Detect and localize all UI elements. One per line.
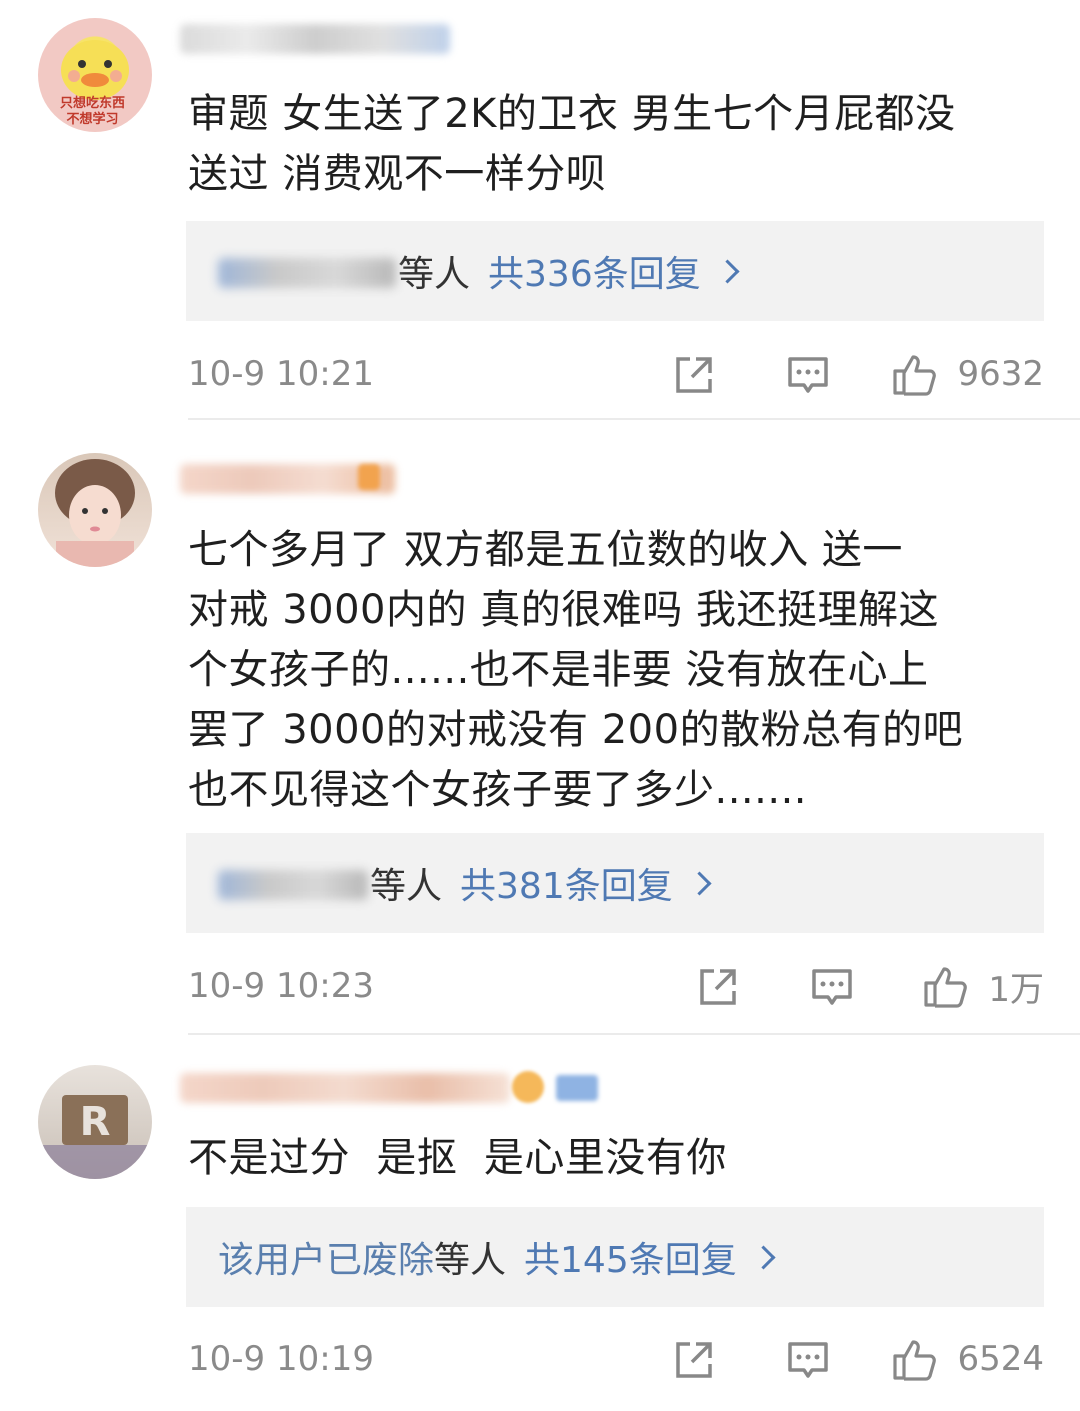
- like-count: 9632: [957, 354, 1044, 394]
- reply-users[interactable]: [218, 251, 398, 292]
- thumbs-up-icon: [893, 1340, 937, 1381]
- avatar[interactable]: R: [38, 1065, 152, 1179]
- vip-badge-icon: [556, 1075, 598, 1101]
- comment-text: 不是过分 是抠 是心里没有你: [188, 1135, 727, 1181]
- avatar[interactable]: [38, 453, 152, 567]
- reply-count-link[interactable]: 共336条回复: [488, 245, 701, 297]
- svg-text:R: R: [80, 1099, 111, 1145]
- reply-count-link[interactable]: 共381条回复: [460, 857, 673, 909]
- comment-item: R 不是过分 是抠 是心里没有你 该用户已废除 等人 共145条回复 10-9 …: [0, 1035, 1080, 1411]
- avatar[interactable]: 只想吃东西 不想学习: [38, 18, 152, 132]
- reply-username-blurred: [218, 869, 368, 900]
- timestamp: 10-9 10:19: [188, 1339, 374, 1379]
- thumbs-up-icon: [893, 355, 937, 396]
- reply-summary[interactable]: 该用户已废除 等人 共145条回复: [186, 1207, 1044, 1307]
- reply-users[interactable]: [218, 863, 370, 904]
- comment-meta: 10-9 10:21 9632: [188, 349, 1044, 399]
- comment-item: 只想吃东西 不想学习 审题 女生送了2K的卫衣 男生七个月屁都没 送过 消费观不…: [0, 0, 1080, 420]
- timestamp: 10-9 10:21: [188, 354, 374, 394]
- reply-username-blurred: [218, 257, 396, 288]
- like-button[interactable]: 6524: [891, 1334, 1044, 1384]
- like-count: 6524: [957, 1339, 1044, 1379]
- chevron-right-icon: [715, 258, 740, 284]
- username-blurred[interactable]: [180, 24, 450, 54]
- reply-users[interactable]: 该用户已废除: [218, 1231, 434, 1283]
- reply-summary[interactable]: 等人 共381条回复: [186, 833, 1044, 933]
- username-blurred[interactable]: [180, 1073, 510, 1103]
- share-icon[interactable]: [672, 353, 716, 397]
- team-logo-avatar-icon: R: [38, 1095, 152, 1179]
- crown-badge-icon: [512, 1071, 544, 1103]
- avatar-badge-text: 只想吃东西: [60, 96, 126, 111]
- comment-text: 七个多月了 双方都是五位数的收入 送一 对戒 3000内的 真的很难吗 我还挺理…: [188, 527, 964, 813]
- comment-text: 审题 女生送了2K的卫衣 男生七个月屁都没 送过 消费观不一样分呗: [188, 91, 956, 197]
- share-icon[interactable]: [672, 1338, 716, 1382]
- comment-meta: 10-9 10:23 1万: [188, 961, 1044, 1011]
- user-badge-icon: [358, 464, 380, 490]
- comment-icon[interactable]: [786, 353, 830, 397]
- comment-meta: 10-9 10:19 6524: [188, 1334, 1044, 1384]
- reply-summary[interactable]: 等人 共336条回复: [186, 221, 1044, 321]
- chevron-right-icon: [687, 870, 712, 896]
- reply-suffix: 等人: [370, 866, 443, 907]
- share-icon[interactable]: [696, 965, 740, 1009]
- reply-count-link[interactable]: 共145条回复: [524, 1231, 737, 1283]
- chevron-right-icon: [751, 1244, 776, 1270]
- comment-item: 七个多月了 双方都是五位数的收入 送一 对戒 3000内的 真的很难吗 我还挺理…: [0, 420, 1080, 1035]
- like-count: 1万: [988, 969, 1044, 1010]
- timestamp: 10-9 10:23: [188, 966, 374, 1006]
- thumbs-up-icon: [924, 967, 968, 1008]
- reply-suffix: 等人: [398, 254, 471, 295]
- like-button[interactable]: 9632: [891, 349, 1044, 399]
- reply-suffix: 等人: [434, 1240, 507, 1281]
- avatar-badge-text: 不想学习: [66, 112, 119, 127]
- girl-avatar-icon: [55, 459, 135, 567]
- comment-icon[interactable]: [810, 965, 854, 1009]
- comment-icon[interactable]: [786, 1338, 830, 1382]
- like-button[interactable]: 1万: [922, 961, 1044, 1011]
